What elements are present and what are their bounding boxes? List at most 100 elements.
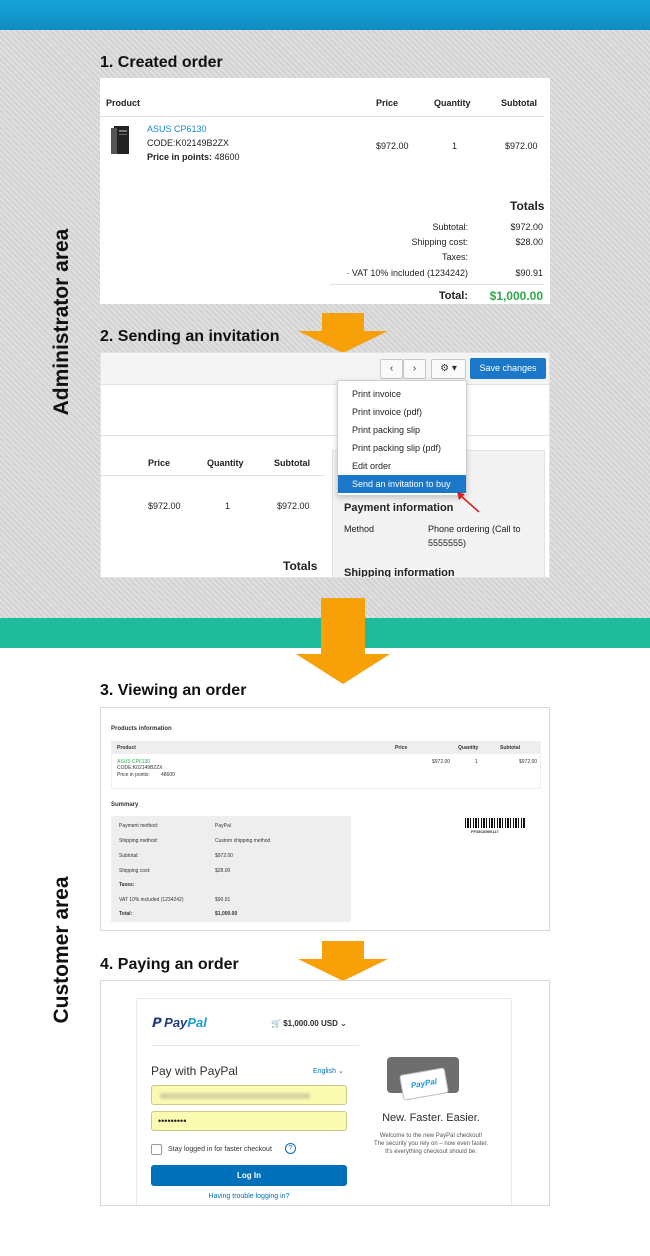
promo-line-1: Welcome to the new PayPal checkout! — [379, 1133, 483, 1139]
summary-heading: Summary — [111, 802, 139, 808]
col-header-price: Price — [148, 458, 171, 468]
totals-heading: Totals — [283, 559, 318, 573]
created-order-panel: Product Price Quantity Subtotal ASUS CP6… — [100, 78, 550, 304]
points-label: Price in points: — [147, 152, 213, 162]
col-header-price: Price — [376, 98, 399, 108]
barcode-text: FF45C8990117 — [471, 829, 499, 834]
subtotal-value: $972.00 — [510, 222, 543, 232]
paying-order-panel: 𝗣 PayPal 🛒 $1,000.00 USD ⌄ Pay with PayP… — [100, 980, 550, 1206]
menu-item-print-invoice[interactable]: Print invoice — [338, 385, 466, 403]
chevron-down-icon: ⌄ — [337, 1068, 344, 1075]
total-label: Total: — [438, 290, 468, 302]
menu-item-print-invoice-pdf[interactable]: Print invoice (pdf) — [338, 403, 466, 421]
password-field[interactable]: ••••••••• — [151, 1111, 347, 1131]
down-arrow-icon — [298, 313, 388, 353]
sending-invitation-panel: ‹ › ⚙ ▾ Save changes Price Quantity Subt… — [100, 352, 550, 578]
row-subtotal: $972.00 — [277, 501, 310, 511]
shipping-cost-label: Shipping cost: — [411, 237, 468, 247]
promo-line-3: It's everything checkout should be. — [385, 1149, 477, 1155]
col-header-product: Product — [106, 98, 141, 108]
points-label: Price in points: — [117, 772, 150, 778]
down-arrow-icon — [298, 941, 388, 981]
total-value: $1,000.00 — [489, 289, 543, 303]
product-quantity: 1 — [452, 141, 458, 151]
menu-item-print-packing-slip-pdf[interactable]: Print packing slip (pdf) — [338, 439, 466, 457]
step-4-title: 4. Paying an order — [100, 956, 239, 973]
chevron-right-icon: › — [412, 363, 417, 374]
menu-item-send-invitation[interactable]: Send an invitation to buy — [338, 475, 466, 493]
payment-information-heading: Payment information — [344, 502, 454, 514]
product-code: CODE:K02149B2ZX — [147, 138, 230, 148]
col-header-subtotal: Subtotal — [274, 458, 310, 468]
email-field[interactable] — [151, 1085, 347, 1105]
promo-line-2: The security you rely on – now even fast… — [373, 1141, 489, 1147]
vat-value: $90.91 — [515, 268, 543, 278]
col-header-quantity: Quantity — [434, 98, 471, 108]
administrator-area-label: Administrator area — [50, 228, 73, 416]
header-divider — [151, 1045, 359, 1046]
points-value: 48600 — [214, 152, 240, 162]
next-order-button[interactable]: › — [403, 359, 426, 379]
trouble-logging-in-link[interactable]: Having trouble logging in? — [151, 1193, 347, 1200]
menu-item-edit-order[interactable]: Edit order — [338, 457, 466, 475]
product-name-link[interactable]: ASUS CP6130 — [147, 124, 207, 134]
summary-value-payment-method: PayPal — [215, 823, 231, 829]
summary-value-shipping-cost: $28.00 — [215, 868, 231, 874]
shipping-cost-value: $28.00 — [515, 237, 543, 247]
summary-label-vat: VAT 10% included (1234242) — [119, 897, 184, 903]
menu-item-print-packing-slip[interactable]: Print packing slip — [338, 421, 466, 439]
chevron-down-icon: ⌄ — [340, 1019, 347, 1028]
row-price: $972.00 — [148, 501, 181, 511]
cart-icon: 🛒 — [271, 1019, 281, 1028]
step-2-title: 2. Sending an invitation — [100, 328, 280, 345]
down-arrow-icon — [296, 598, 390, 684]
chevron-left-icon: ‹ — [389, 363, 394, 374]
product-thumbnail-icon — [111, 126, 129, 154]
paypal-logo-pay: Pay — [164, 1015, 188, 1030]
product-price: $972.00 — [376, 141, 409, 151]
pay-with-paypal-title: Pay with PayPal — [151, 1064, 238, 1078]
cart-summary[interactable]: 🛒 $1,000.00 USD ⌄ — [271, 1019, 347, 1028]
help-icon[interactable]: ? — [285, 1143, 296, 1154]
language-value: English — [313, 1068, 336, 1075]
vat-label: · VAT 10% included (1234242) — [346, 268, 468, 278]
order-barcode — [465, 818, 525, 828]
stay-logged-in-checkbox[interactable] — [151, 1144, 162, 1155]
summary-label-shipping-method: Shipping method: — [119, 838, 158, 844]
method-value-line-2: 5555555) — [428, 538, 467, 548]
header-divider — [100, 116, 544, 117]
method-label: Method — [344, 524, 375, 534]
summary-label-total: Total: — [119, 911, 133, 917]
log-in-button[interactable]: Log In — [151, 1165, 347, 1186]
step-1-title: 1. Created order — [100, 54, 223, 71]
col-header-quantity: Quantity — [207, 458, 244, 468]
save-changes-button[interactable]: Save changes — [470, 358, 546, 379]
summary-value-shipping-method: Custom shipping method — [215, 838, 271, 844]
summary-label-subtotal: Subtotal: — [119, 853, 139, 859]
settings-dropdown-button[interactable]: ⚙ ▾ — [431, 359, 466, 379]
row-quantity: 1 — [225, 501, 231, 511]
product-points: Price in points: 48600 — [147, 152, 240, 162]
promo-title: New. Faster. Easier. — [382, 1112, 480, 1124]
product-price: $972.00 — [432, 759, 451, 765]
summary-label-payment-method: Payment method: — [119, 823, 159, 829]
language-selector[interactable]: English ⌄ — [313, 1067, 344, 1075]
summary-label-taxes: Taxes: — [119, 882, 135, 888]
stay-logged-in-label: Stay logged in for faster checkout — [168, 1146, 272, 1153]
prev-order-button[interactable]: ‹ — [380, 359, 403, 379]
col-header-subtotal: Subtotal — [501, 98, 537, 108]
cart-amount: $1,000.00 USD — [283, 1019, 338, 1028]
summary-value-total: $1,000.00 — [215, 911, 238, 917]
caret-down-icon: ▾ — [451, 363, 457, 374]
subtotal-label: Subtotal: — [432, 222, 468, 232]
taxes-label: Taxes: — [441, 252, 468, 262]
summary-value-subtotal: $972.00 — [215, 853, 234, 859]
email-blurred-value — [160, 1093, 310, 1099]
products-information-heading: Products information — [111, 726, 172, 732]
viewing-order-panel: Products information Product Price Quant… — [100, 707, 550, 931]
top-color-bar — [0, 0, 650, 30]
actions-dropdown-menu: Print invoice Print invoice (pdf) Print … — [337, 380, 467, 496]
product-subtotal: $972.00 — [519, 759, 538, 765]
step-3-title: 3. Viewing an order — [100, 682, 247, 699]
paypal-checkout-window: 𝗣 PayPal 🛒 $1,000.00 USD ⌄ Pay with PayP… — [136, 998, 512, 1205]
